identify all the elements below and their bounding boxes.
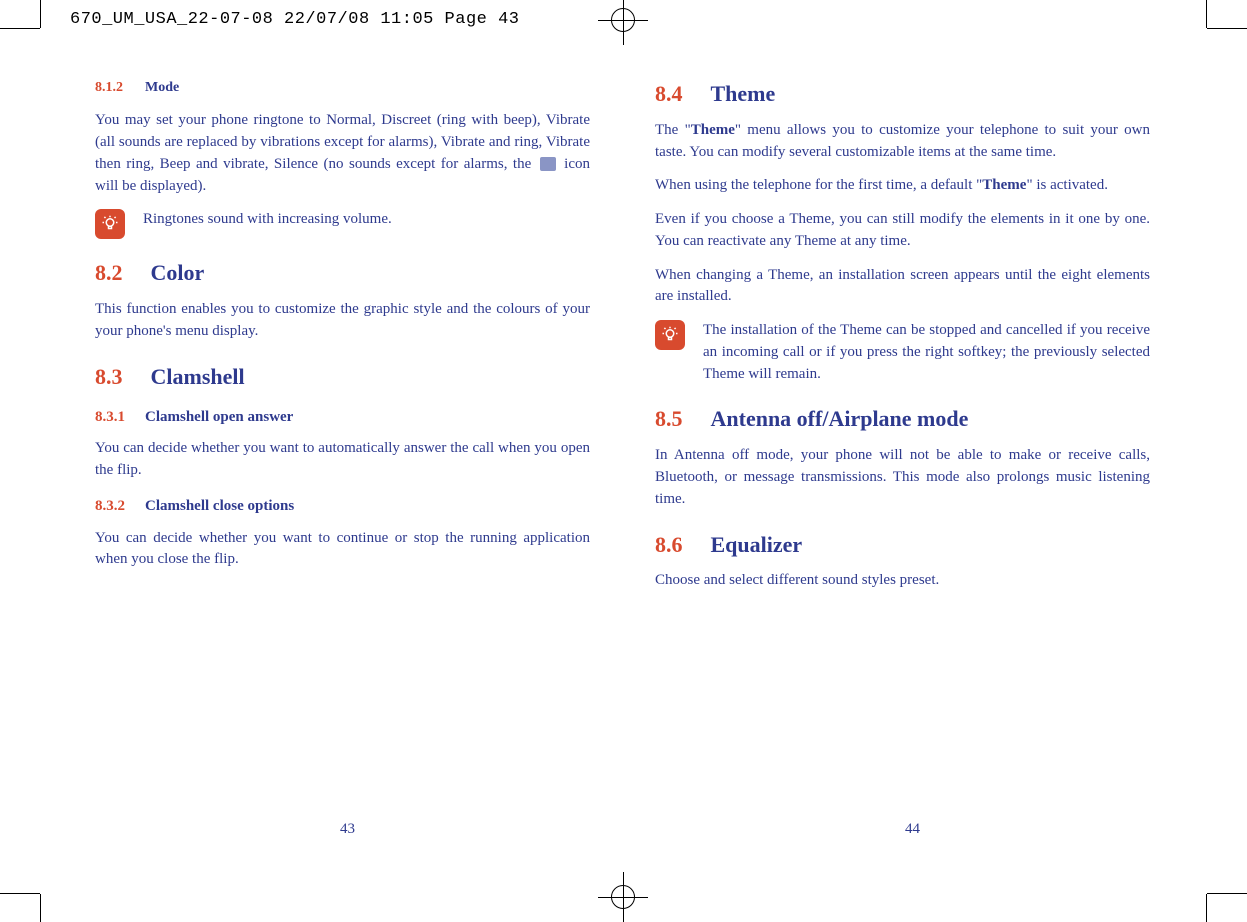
paragraph: This function enables you to customize t… — [95, 299, 590, 343]
heading-num: 8.1.2 — [95, 80, 123, 95]
paragraph: Even if you choose a Theme, you can stil… — [655, 209, 1150, 253]
crop-mark — [0, 893, 40, 894]
heading-num: 8.5 — [655, 406, 683, 431]
heading-text: Mode — [145, 80, 179, 95]
crop-mark — [40, 894, 41, 922]
crop-mark — [1206, 894, 1207, 922]
note-text: The installation of the Theme can be sto… — [703, 320, 1150, 385]
page-number-right: 44 — [905, 821, 920, 838]
paragraph: You may set your phone ringtone to Norma… — [95, 110, 590, 197]
page-number-left: 43 — [340, 821, 355, 838]
heading-text: Theme — [711, 81, 776, 106]
text: When using the telephone for the first t… — [655, 177, 982, 193]
heading-text: Clamshell close options — [145, 498, 294, 514]
heading-8-5: 8.5 Antenna off/Airplane mode — [655, 403, 1150, 435]
heading-8-3: 8.3 Clamshell — [95, 361, 590, 393]
text-bold: Theme — [982, 177, 1026, 193]
note-box: Ringtones sound with increasing volume. — [95, 209, 590, 239]
crop-mark — [1206, 0, 1207, 28]
left-page: 8.1.2 Mode You may set your phone rington… — [95, 78, 590, 838]
crop-mark — [40, 0, 41, 28]
heading-text: Antenna off/Airplane mode — [711, 406, 969, 431]
crop-mark — [1207, 893, 1247, 894]
heading-num: 8.4 — [655, 81, 683, 106]
print-header: 670_UM_USA_22-07-08 22/07/08 11:05 Page … — [70, 10, 519, 29]
heading-8-1-2: 8.1.2 Mode — [95, 78, 590, 98]
heading-8-6: 8.6 Equalizer — [655, 529, 1150, 561]
heading-num: 8.3.2 — [95, 498, 125, 514]
paragraph: The "Theme" menu allows you to customize… — [655, 120, 1150, 164]
text: You may set your phone ringtone to Norma… — [95, 112, 590, 172]
heading-num: 8.3.1 — [95, 409, 125, 425]
heading-8-4: 8.4 Theme — [655, 78, 1150, 110]
note-text: Ringtones sound with increasing volume. — [143, 209, 590, 231]
crop-mark — [1207, 28, 1247, 29]
heading-8-3-2: 8.3.2 Clamshell close options — [95, 496, 590, 518]
paragraph: You can decide whether you want to conti… — [95, 528, 590, 572]
heading-num: 8.2 — [95, 260, 123, 285]
note-box: The installation of the Theme can be sto… — [655, 320, 1150, 385]
heading-text: Color — [151, 260, 205, 285]
text: " is activated. — [1026, 177, 1108, 193]
crop-mark — [0, 28, 40, 29]
heading-8-2: 8.2 Color — [95, 257, 590, 289]
heading-text: Clamshell open answer — [145, 409, 293, 425]
paragraph: When using the telephone for the first t… — [655, 175, 1150, 197]
silence-icon — [540, 157, 556, 171]
heading-num: 8.3 — [95, 364, 123, 389]
registration-mark — [598, 0, 648, 45]
paragraph: In Antenna off mode, your phone will not… — [655, 445, 1150, 510]
registration-mark — [598, 872, 648, 922]
text-bold: Theme — [691, 122, 735, 138]
heading-num: 8.6 — [655, 532, 683, 557]
right-page: 8.4 Theme The "Theme" menu allows you to … — [655, 78, 1150, 838]
paragraph: Choose and select different sound styles… — [655, 570, 1150, 592]
paragraph: When changing a Theme, an installation s… — [655, 265, 1150, 309]
heading-text: Clamshell — [151, 364, 245, 389]
page-spread: 8.1.2 Mode You may set your phone rington… — [95, 78, 1150, 838]
lightbulb-icon — [95, 209, 125, 239]
text: The " — [655, 122, 691, 138]
paragraph: You can decide whether you want to autom… — [95, 438, 590, 482]
lightbulb-icon — [655, 320, 685, 350]
heading-text: Equalizer — [711, 532, 803, 557]
heading-8-3-1: 8.3.1 Clamshell open answer — [95, 407, 590, 429]
